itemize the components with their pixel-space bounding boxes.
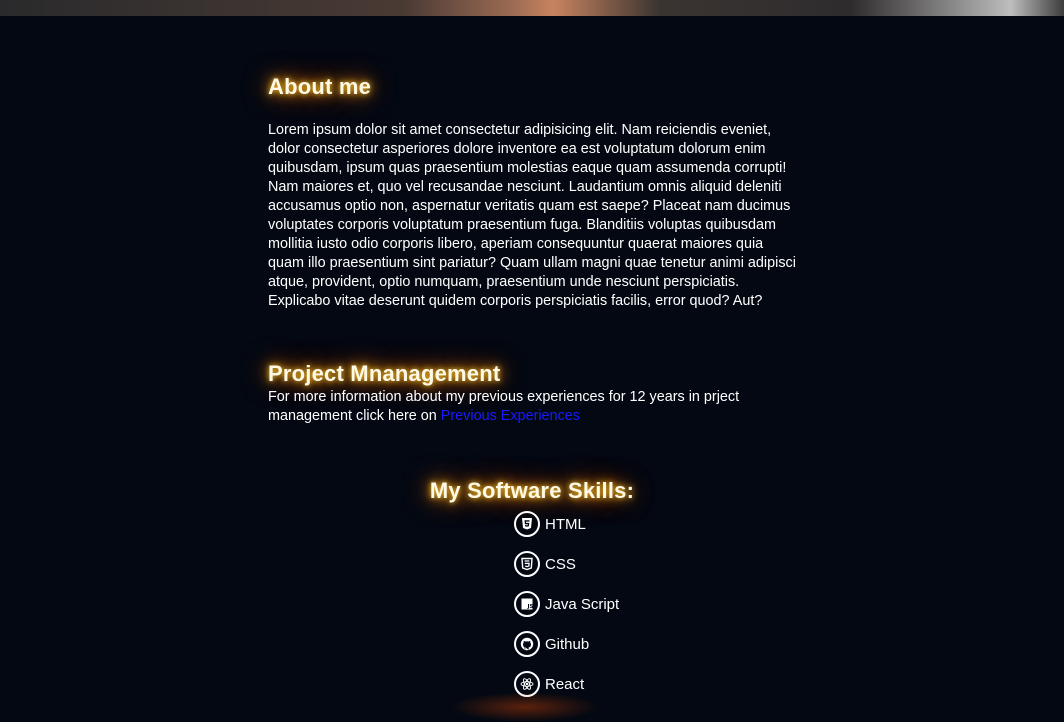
project-management-heading: Project Mnanagement	[268, 361, 501, 386]
skill-label: React	[545, 675, 585, 693]
hero-image-bottom-edge	[0, 0, 1064, 16]
svg-text:JS: JS	[527, 604, 534, 610]
skill-item-html: HTML	[514, 509, 619, 539]
skill-item-css: CSS	[514, 549, 619, 579]
css3-icon	[514, 551, 540, 577]
project-management-text: For more information about my previous e…	[268, 388, 768, 426]
next-heading-glow	[450, 692, 600, 722]
about-text: Lorem ipsum dolor sit amet consectetur a…	[268, 122, 796, 309]
github-icon	[514, 631, 540, 657]
skills-list: HTML CSS JS Java Script Github React	[514, 509, 619, 709]
skill-item-javascript: JS Java Script	[514, 589, 619, 619]
skill-label: HTML	[545, 515, 586, 533]
previous-experiences-link[interactable]: Previous Experiences	[441, 408, 580, 424]
skill-label: Java Script	[545, 595, 620, 613]
skill-label: Github	[545, 635, 590, 653]
html5-icon	[514, 511, 540, 537]
about-heading: About me	[268, 74, 372, 99]
skills-heading: My Software Skills:	[429, 478, 635, 503]
skill-label: CSS	[545, 555, 576, 573]
javascript-icon: JS	[514, 591, 540, 617]
skill-item-github: Github	[514, 629, 619, 659]
